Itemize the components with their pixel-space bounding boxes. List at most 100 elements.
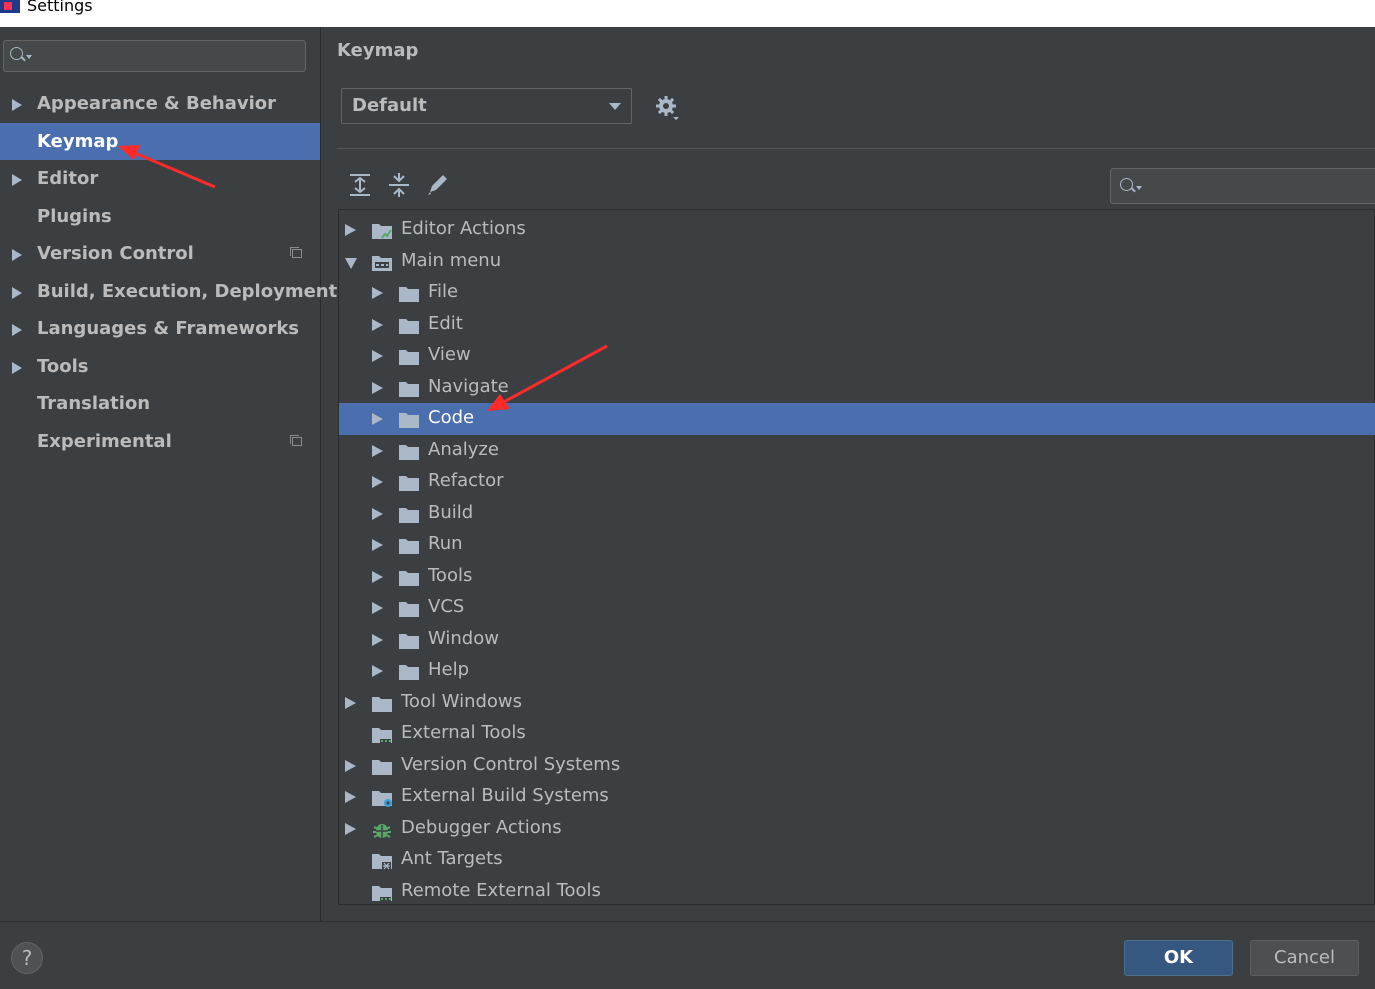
- tree-row[interactable]: Build: [339, 498, 1375, 530]
- expand-all-icon[interactable]: [348, 172, 372, 198]
- tree-row[interactable]: Window: [339, 624, 1375, 656]
- separator: [337, 148, 1375, 149]
- tree-row[interactable]: Editor Actions: [339, 214, 1375, 246]
- sidebar-item-languages-frameworks[interactable]: Languages & Frameworks: [0, 310, 320, 348]
- expand-arrow-icon[interactable]: [12, 99, 22, 111]
- external-build-systems-icon: [372, 791, 392, 807]
- tree-row[interactable]: Refactor: [339, 466, 1375, 498]
- tree-row-label: Editor Actions: [401, 218, 526, 239]
- sidebar-item-label: Plugins: [37, 205, 112, 227]
- ok-button[interactable]: OK: [1124, 940, 1233, 976]
- sidebar-item-label: Version Control: [37, 243, 194, 264]
- tree-row[interactable]: External Build Systems: [339, 781, 1375, 813]
- tree-row[interactable]: Edit: [339, 309, 1375, 341]
- title-bar: Settings: [0, 0, 1375, 27]
- sidebar-item-build-execution-deployment[interactable]: Build, Execution, Deployment: [0, 273, 337, 311]
- gear-icon[interactable]: [655, 95, 681, 121]
- tree-row-label: Version Control Systems: [401, 753, 621, 775]
- sidebar-item-label: Languages & Frameworks: [37, 318, 300, 339]
- expand-arrow-icon[interactable]: [345, 822, 356, 835]
- search-icon: [1120, 178, 1133, 191]
- page-title: Keymap: [337, 40, 419, 61]
- sidebar-item-editor[interactable]: Editor: [0, 160, 320, 198]
- tree-row[interactable]: Tools: [339, 561, 1375, 593]
- tree-row[interactable]: Debugger Actions: [339, 813, 1375, 845]
- tree-row-label: Analyze: [428, 438, 499, 460]
- folder-icon: [399, 539, 419, 554]
- cancel-button[interactable]: Cancel: [1250, 940, 1359, 976]
- expand-arrow-icon[interactable]: [12, 174, 22, 186]
- tree-row[interactable]: Remote External Tools: [339, 876, 1375, 908]
- tree-row-label: Navigate: [428, 375, 509, 397]
- expand-arrow-icon[interactable]: [372, 413, 383, 425]
- tree-row[interactable]: Run: [339, 529, 1375, 561]
- sidebar-item-experimental[interactable]: Experimental: [0, 423, 320, 461]
- shortcut-filter-input[interactable]: [1110, 168, 1375, 204]
- sidebar-item-keymap[interactable]: Keymap: [0, 122, 320, 160]
- collapse-all-icon[interactable]: [387, 172, 411, 198]
- keymap-select[interactable]: Default: [341, 88, 632, 124]
- tree-row[interactable]: Ant Targets: [339, 844, 1375, 876]
- expand-arrow-icon[interactable]: [372, 318, 383, 331]
- expand-arrow-icon[interactable]: [372, 602, 383, 614]
- tree-row-label: External Build Systems: [401, 785, 609, 806]
- settings-search-input[interactable]: [3, 40, 306, 72]
- expand-arrow-icon[interactable]: [345, 791, 356, 803]
- expand-arrow-icon[interactable]: [372, 350, 383, 362]
- expand-arrow-icon[interactable]: [345, 224, 356, 236]
- tree-row-label: Help: [428, 659, 470, 680]
- main-menu-icon: [372, 255, 392, 271]
- folder-icon: [399, 570, 419, 586]
- tree-row[interactable]: Analyze: [339, 435, 1375, 467]
- expand-arrow-icon[interactable]: [12, 324, 22, 336]
- expand-arrow-icon[interactable]: [372, 633, 383, 646]
- tree-row[interactable]: File: [339, 277, 1375, 309]
- tree-row[interactable]: Main menu: [339, 246, 1375, 278]
- sidebar-item-translation[interactable]: Translation: [0, 385, 320, 423]
- expand-arrow-icon[interactable]: [372, 476, 383, 488]
- expand-arrow-icon[interactable]: [345, 696, 356, 709]
- sidebar-item-plugins[interactable]: Plugins: [0, 198, 320, 236]
- tree-row-label: Tool Windows: [401, 690, 523, 712]
- sidebar-item-tools[interactable]: Tools: [0, 348, 320, 386]
- expand-arrow-icon[interactable]: [372, 381, 383, 394]
- folder-icon: [399, 287, 419, 302]
- editor-actions-icon: [372, 224, 392, 239]
- folder-icon: [399, 413, 419, 428]
- settings-sidebar: Appearance & Behavior Keymap Editor Plugins…: [0, 27, 337, 921]
- tree-row[interactable]: View: [339, 340, 1375, 372]
- edit-shortcut-icon[interactable]: [426, 172, 450, 198]
- expand-arrow-icon[interactable]: [372, 665, 383, 677]
- tree-row[interactable]: External Tools: [339, 718, 1375, 750]
- tree-row-label: Ant Targets: [401, 848, 503, 869]
- ant-targets-icon: [372, 854, 392, 870]
- tree-row-label: Edit: [428, 312, 463, 334]
- tree-row[interactable]: Tool Windows: [339, 687, 1375, 719]
- tree-row[interactable]: Code: [339, 403, 1375, 435]
- expand-arrow-icon[interactable]: [372, 570, 383, 583]
- folder-icon: [399, 318, 419, 334]
- expand-arrow-icon[interactable]: [372, 287, 383, 299]
- app-icon: [0, 0, 20, 13]
- folder-icon: [399, 633, 419, 649]
- tree-row[interactable]: Version Control Systems: [339, 750, 1375, 782]
- expand-arrow-icon[interactable]: [12, 286, 22, 299]
- collapse-arrow-icon[interactable]: [345, 257, 357, 269]
- expand-arrow-icon[interactable]: [12, 361, 22, 374]
- keymap-tree: Editor Actions Main menu File Edit View Navig…: [338, 209, 1375, 905]
- help-button[interactable]: ?: [11, 942, 43, 974]
- expand-arrow-icon[interactable]: [372, 507, 383, 520]
- search-history-caret-icon: [26, 55, 32, 59]
- tree-row[interactable]: Navigate: [339, 372, 1375, 404]
- sidebar-item-version-control[interactable]: Version Control: [0, 235, 320, 273]
- tree-row-label: View: [428, 344, 471, 365]
- tree-row[interactable]: Help: [339, 655, 1375, 687]
- expand-arrow-icon[interactable]: [12, 249, 22, 261]
- sidebar-item-appearance-behavior[interactable]: Appearance & Behavior: [0, 85, 320, 123]
- expand-arrow-icon[interactable]: [345, 759, 356, 772]
- tree-row[interactable]: VCS: [339, 592, 1375, 624]
- expand-arrow-icon[interactable]: [372, 444, 383, 457]
- sidebar-item-label: Tools: [37, 355, 89, 377]
- folder-icon: [399, 665, 419, 680]
- expand-arrow-icon[interactable]: [372, 539, 383, 551]
